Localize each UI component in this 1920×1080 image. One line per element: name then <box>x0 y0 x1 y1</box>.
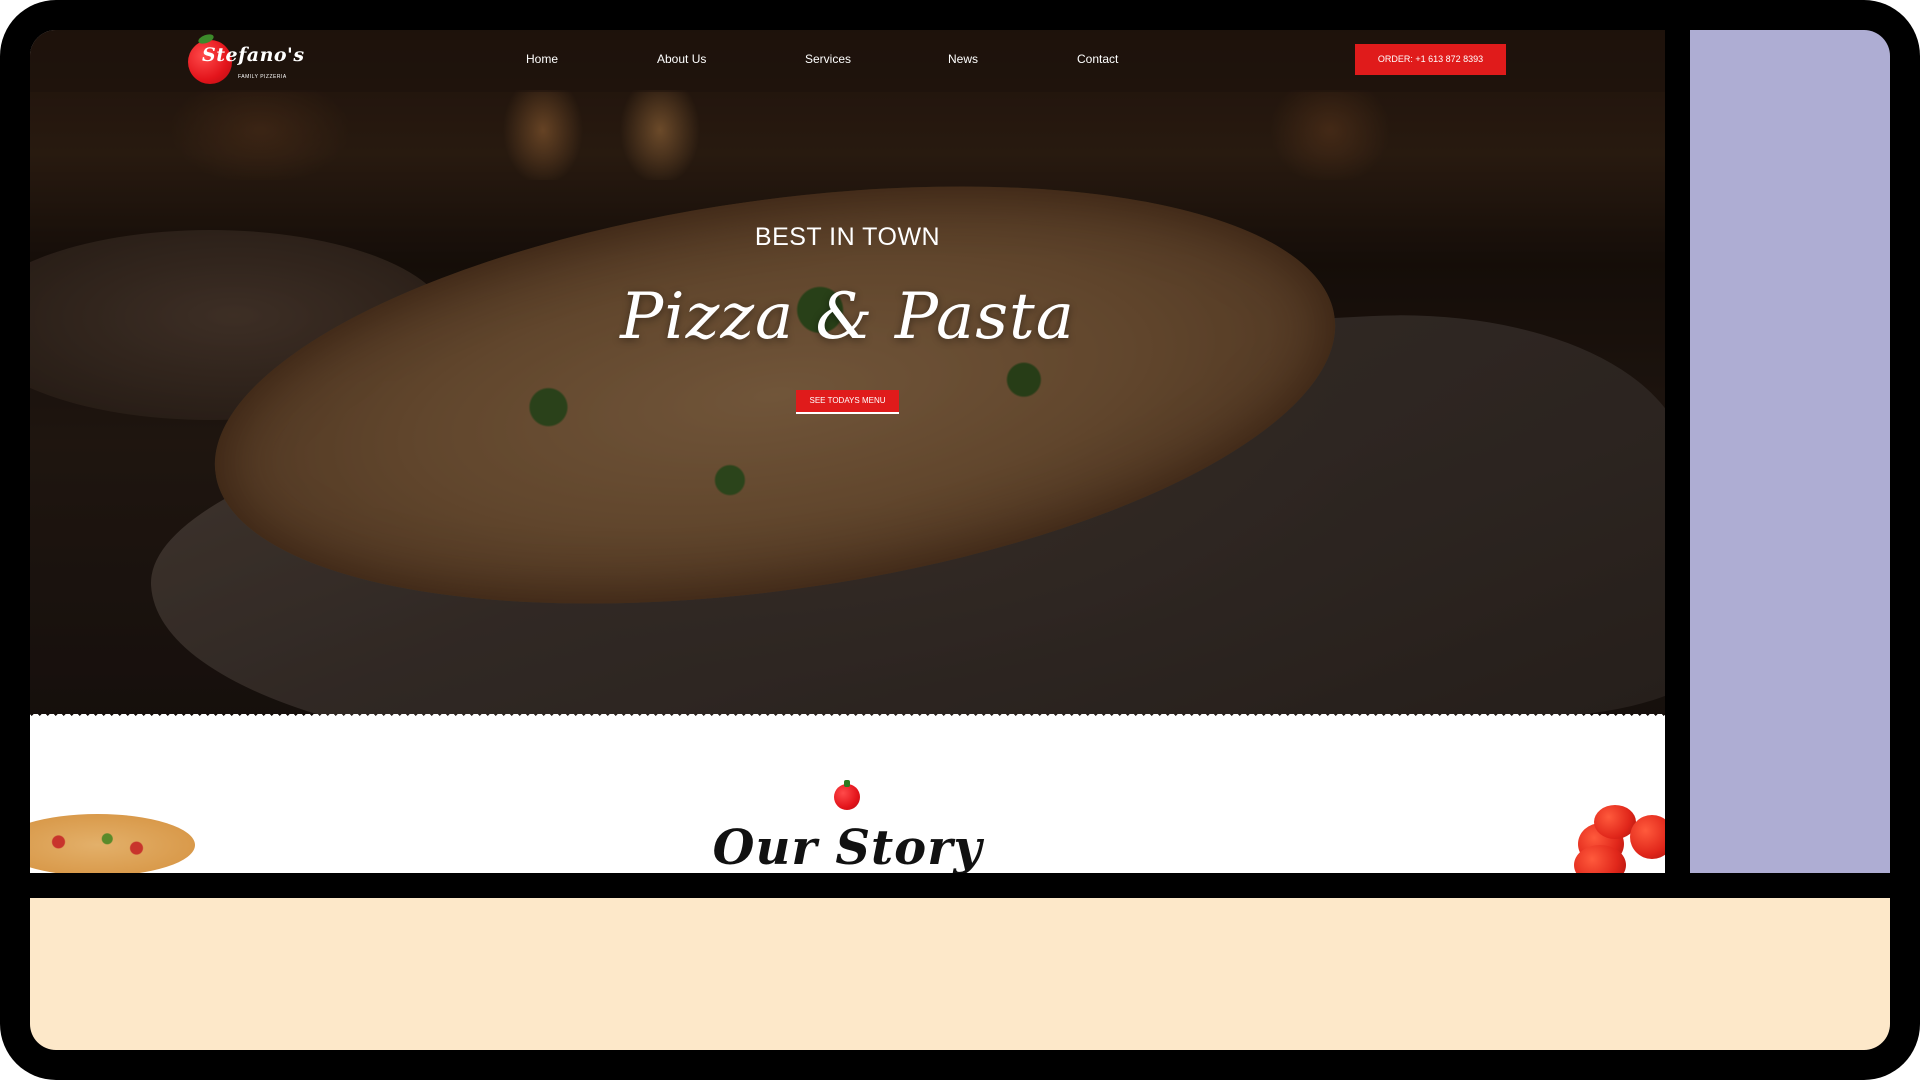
order-phone-button[interactable]: ORDER: +1 613 872 8393 <box>1355 44 1506 75</box>
side-panel <box>1690 30 1890 873</box>
tomatoes-decoration-image <box>1574 805 1665 873</box>
hero-banner: BEST IN TOWN Pizza & Pasta SEE TODAYS ME… <box>30 30 1665 720</box>
logo-wordmark: Stefano's <box>202 44 305 66</box>
hero-kicker: BEST IN TOWN <box>754 223 941 251</box>
site-logo[interactable]: Stefano's FAMILY PIZZERIA <box>188 32 304 86</box>
nav-contact[interactable]: Contact <box>1077 52 1118 66</box>
section-heading: Our Story <box>712 820 983 873</box>
device-frame: BEST IN TOWN Pizza & Pasta SEE TODAYS ME… <box>0 0 1920 1080</box>
nav-about-us[interactable]: About Us <box>657 52 706 66</box>
bottom-panel <box>30 898 1890 1050</box>
tomato-icon <box>834 780 860 810</box>
hero-overlay <box>30 30 1665 720</box>
website-screen: BEST IN TOWN Pizza & Pasta SEE TODAYS ME… <box>30 30 1665 873</box>
nav-home[interactable]: Home <box>526 52 558 66</box>
nav-services[interactable]: Services <box>805 52 851 66</box>
see-menu-button[interactable]: SEE TODAYS MENU <box>796 390 899 414</box>
nav-news[interactable]: News <box>948 52 978 66</box>
logo-tagline: FAMILY PIZZERIA <box>238 74 287 80</box>
hero-title: Pizza & Pasta <box>620 280 1075 354</box>
navbar: Stefano's FAMILY PIZZERIA Home About Us … <box>30 30 1665 92</box>
tomato-icon <box>1630 815 1665 859</box>
our-story-section: Our Story <box>30 720 1665 873</box>
